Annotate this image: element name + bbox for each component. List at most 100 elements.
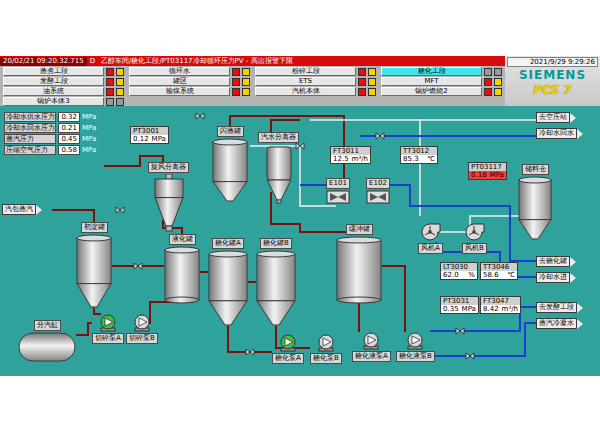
heat-exchanger[interactable]: E101	[326, 178, 350, 204]
pump[interactable]: 糖化泵B	[310, 334, 342, 364]
stream-tag[interactable]: 去空压站	[536, 112, 576, 123]
utility-row: 冷却水回水压力0.21MPa	[4, 123, 96, 133]
nav-item[interactable]: 粉碎工段	[255, 67, 376, 76]
nav-label: 汽机本体	[255, 87, 356, 96]
instrument-tag[interactable]: PT031170.18MPa	[468, 162, 507, 180]
vessel[interactable]: 糖化罐B	[256, 238, 296, 328]
stream-tag[interactable]: 蒸汽冷凝水	[536, 318, 583, 329]
arrow-icon	[577, 319, 583, 329]
vessel[interactable]: 分汽缸	[18, 320, 76, 362]
utility-value[interactable]: 0.32	[58, 112, 80, 122]
utility-unit: MPa	[82, 146, 96, 154]
instrument-tag[interactable]: FT30478.42m³/h	[480, 296, 521, 314]
drum-vessel-icon	[164, 246, 200, 304]
fan[interactable]: 风机A	[418, 222, 443, 254]
nav-item[interactable]: 锅炉燃烧2	[381, 87, 502, 96]
alarm-indicator	[484, 68, 492, 76]
warning-indicator	[242, 68, 250, 76]
instrument-tag[interactable]: PT30010.12MPa	[130, 126, 169, 144]
equipment-label: 风机A	[418, 243, 443, 254]
pump[interactable]: 切碎泵B	[126, 314, 158, 344]
alarm-bar[interactable]: 20/02/21 09:20:32.715D乙醇车间/糖化工段/PT03117冷…	[0, 56, 505, 66]
alarm-indicator	[106, 68, 114, 76]
utility-unit: MPa	[82, 113, 96, 121]
nav-item[interactable]: 蒸煮工段	[3, 67, 124, 76]
pump-icon	[279, 334, 297, 352]
nav-label: MFT	[381, 77, 482, 86]
nav-item[interactable]: 糖化工段	[381, 67, 502, 76]
clock: 2021/9/29 9:29:26	[507, 57, 598, 67]
vessel[interactable]: 储料仓	[518, 164, 552, 242]
nav-label: 锅炉本体3	[3, 97, 104, 106]
stream-tag[interactable]: 汽包蒸汽	[2, 204, 42, 215]
instrument-tag[interactable]: TT301285.3℃	[400, 146, 438, 164]
unit-text: MPa	[490, 171, 504, 179]
utility-value[interactable]: 0.45	[58, 134, 80, 144]
alarm-indicator	[106, 88, 114, 96]
vessel[interactable]: 糖化罐A	[208, 238, 248, 328]
instrument-tag[interactable]: LT303062.0%	[440, 262, 478, 280]
nav-item[interactable]: 锅炉本体3	[3, 97, 124, 106]
drum-vessel-icon	[336, 236, 382, 304]
equipment-label: 糖化液泵B	[396, 351, 435, 362]
nav-item[interactable]: ETS	[255, 77, 376, 86]
vessel[interactable]: 缓冲罐	[336, 224, 382, 304]
alarm-indicator	[358, 78, 366, 86]
vessel[interactable]: 闪蒸罐	[212, 126, 248, 204]
pump[interactable]: 糖化液泵A	[352, 332, 391, 362]
stream-label: 蒸汽冷凝水	[536, 318, 577, 329]
arrow-icon	[577, 303, 583, 313]
value-text: 62.0	[443, 271, 459, 279]
pump[interactable]: 切碎泵A	[92, 314, 124, 344]
unit-text: MPa	[462, 305, 476, 313]
vessel[interactable]: 液化罐	[164, 234, 200, 304]
cyclone-vessel-icon	[154, 174, 184, 232]
stream-tag[interactable]: 冷却水进	[536, 272, 576, 283]
fan[interactable]: 风机B	[462, 222, 487, 254]
instrument-tag[interactable]: TT304658.6℃	[480, 262, 518, 280]
stream-tag[interactable]: 去发酵工段	[536, 302, 583, 313]
fan-icon	[463, 222, 485, 242]
nav-item[interactable]: 油系统	[3, 87, 124, 96]
stream-tag[interactable]: 冷却水回水	[536, 128, 583, 139]
instrument-name: PT3001	[131, 127, 168, 135]
equipment-label: 切碎泵B	[126, 333, 158, 344]
vessel[interactable]: 汽水分离器	[258, 132, 299, 204]
instrument-tag[interactable]: PT30310.35MPa	[440, 296, 479, 314]
warning-indicator	[242, 78, 250, 86]
equipment-label: 糖化泵A	[272, 353, 304, 364]
alarm-severity: D	[87, 57, 98, 66]
instrument-value: 0.18MPa	[469, 171, 506, 179]
utility-value[interactable]: 0.21	[58, 123, 80, 133]
value-text: 0.18	[471, 171, 487, 179]
brand-logo: SIEMENS	[519, 69, 586, 82]
unit-text: MPa	[152, 135, 166, 143]
utility-unit: MPa	[82, 124, 96, 132]
pump[interactable]: 糖化液泵B	[396, 332, 435, 362]
heat-exchanger-icon	[326, 190, 350, 204]
instrument-value: 85.3℃	[401, 155, 437, 163]
vessel[interactable]: 旋风分离器	[148, 162, 189, 232]
instrument-tag[interactable]: FT301112.5m³/h	[330, 146, 371, 164]
vessel[interactable]: 初淀罐	[76, 222, 112, 310]
warning-indicator	[368, 88, 376, 96]
heat-exchanger[interactable]: E102	[366, 178, 390, 204]
nav-item[interactable]: 循环水	[129, 67, 250, 76]
header: 20/02/21 09:20:32.715D乙醇车间/糖化工段/PT03117冷…	[0, 56, 600, 106]
nav-item[interactable]: 发酵工段	[3, 77, 124, 86]
utility-label: 压缩空气压力	[4, 145, 56, 155]
alarm-indicator	[232, 88, 240, 96]
nav-item[interactable]: 罐区	[129, 77, 250, 86]
nav-item[interactable]: 汽机本体	[255, 87, 376, 96]
alarm-indicator	[358, 68, 366, 76]
nav-item[interactable]: 输煤系统	[129, 87, 250, 96]
utility-row: 冷却水供水压力0.32MPa	[4, 112, 96, 122]
stream-label: 冷却水进	[536, 272, 570, 283]
value-text: 0.35	[443, 305, 459, 313]
pump[interactable]: 糖化泵A	[272, 334, 304, 364]
stream-tag[interactable]: 去糖化罐	[536, 256, 576, 267]
utility-value[interactable]: 0.58	[58, 145, 80, 155]
nav-item[interactable]: MFT	[381, 77, 502, 86]
warning-indicator	[494, 88, 502, 96]
instrument-name: FT3011	[331, 147, 370, 155]
